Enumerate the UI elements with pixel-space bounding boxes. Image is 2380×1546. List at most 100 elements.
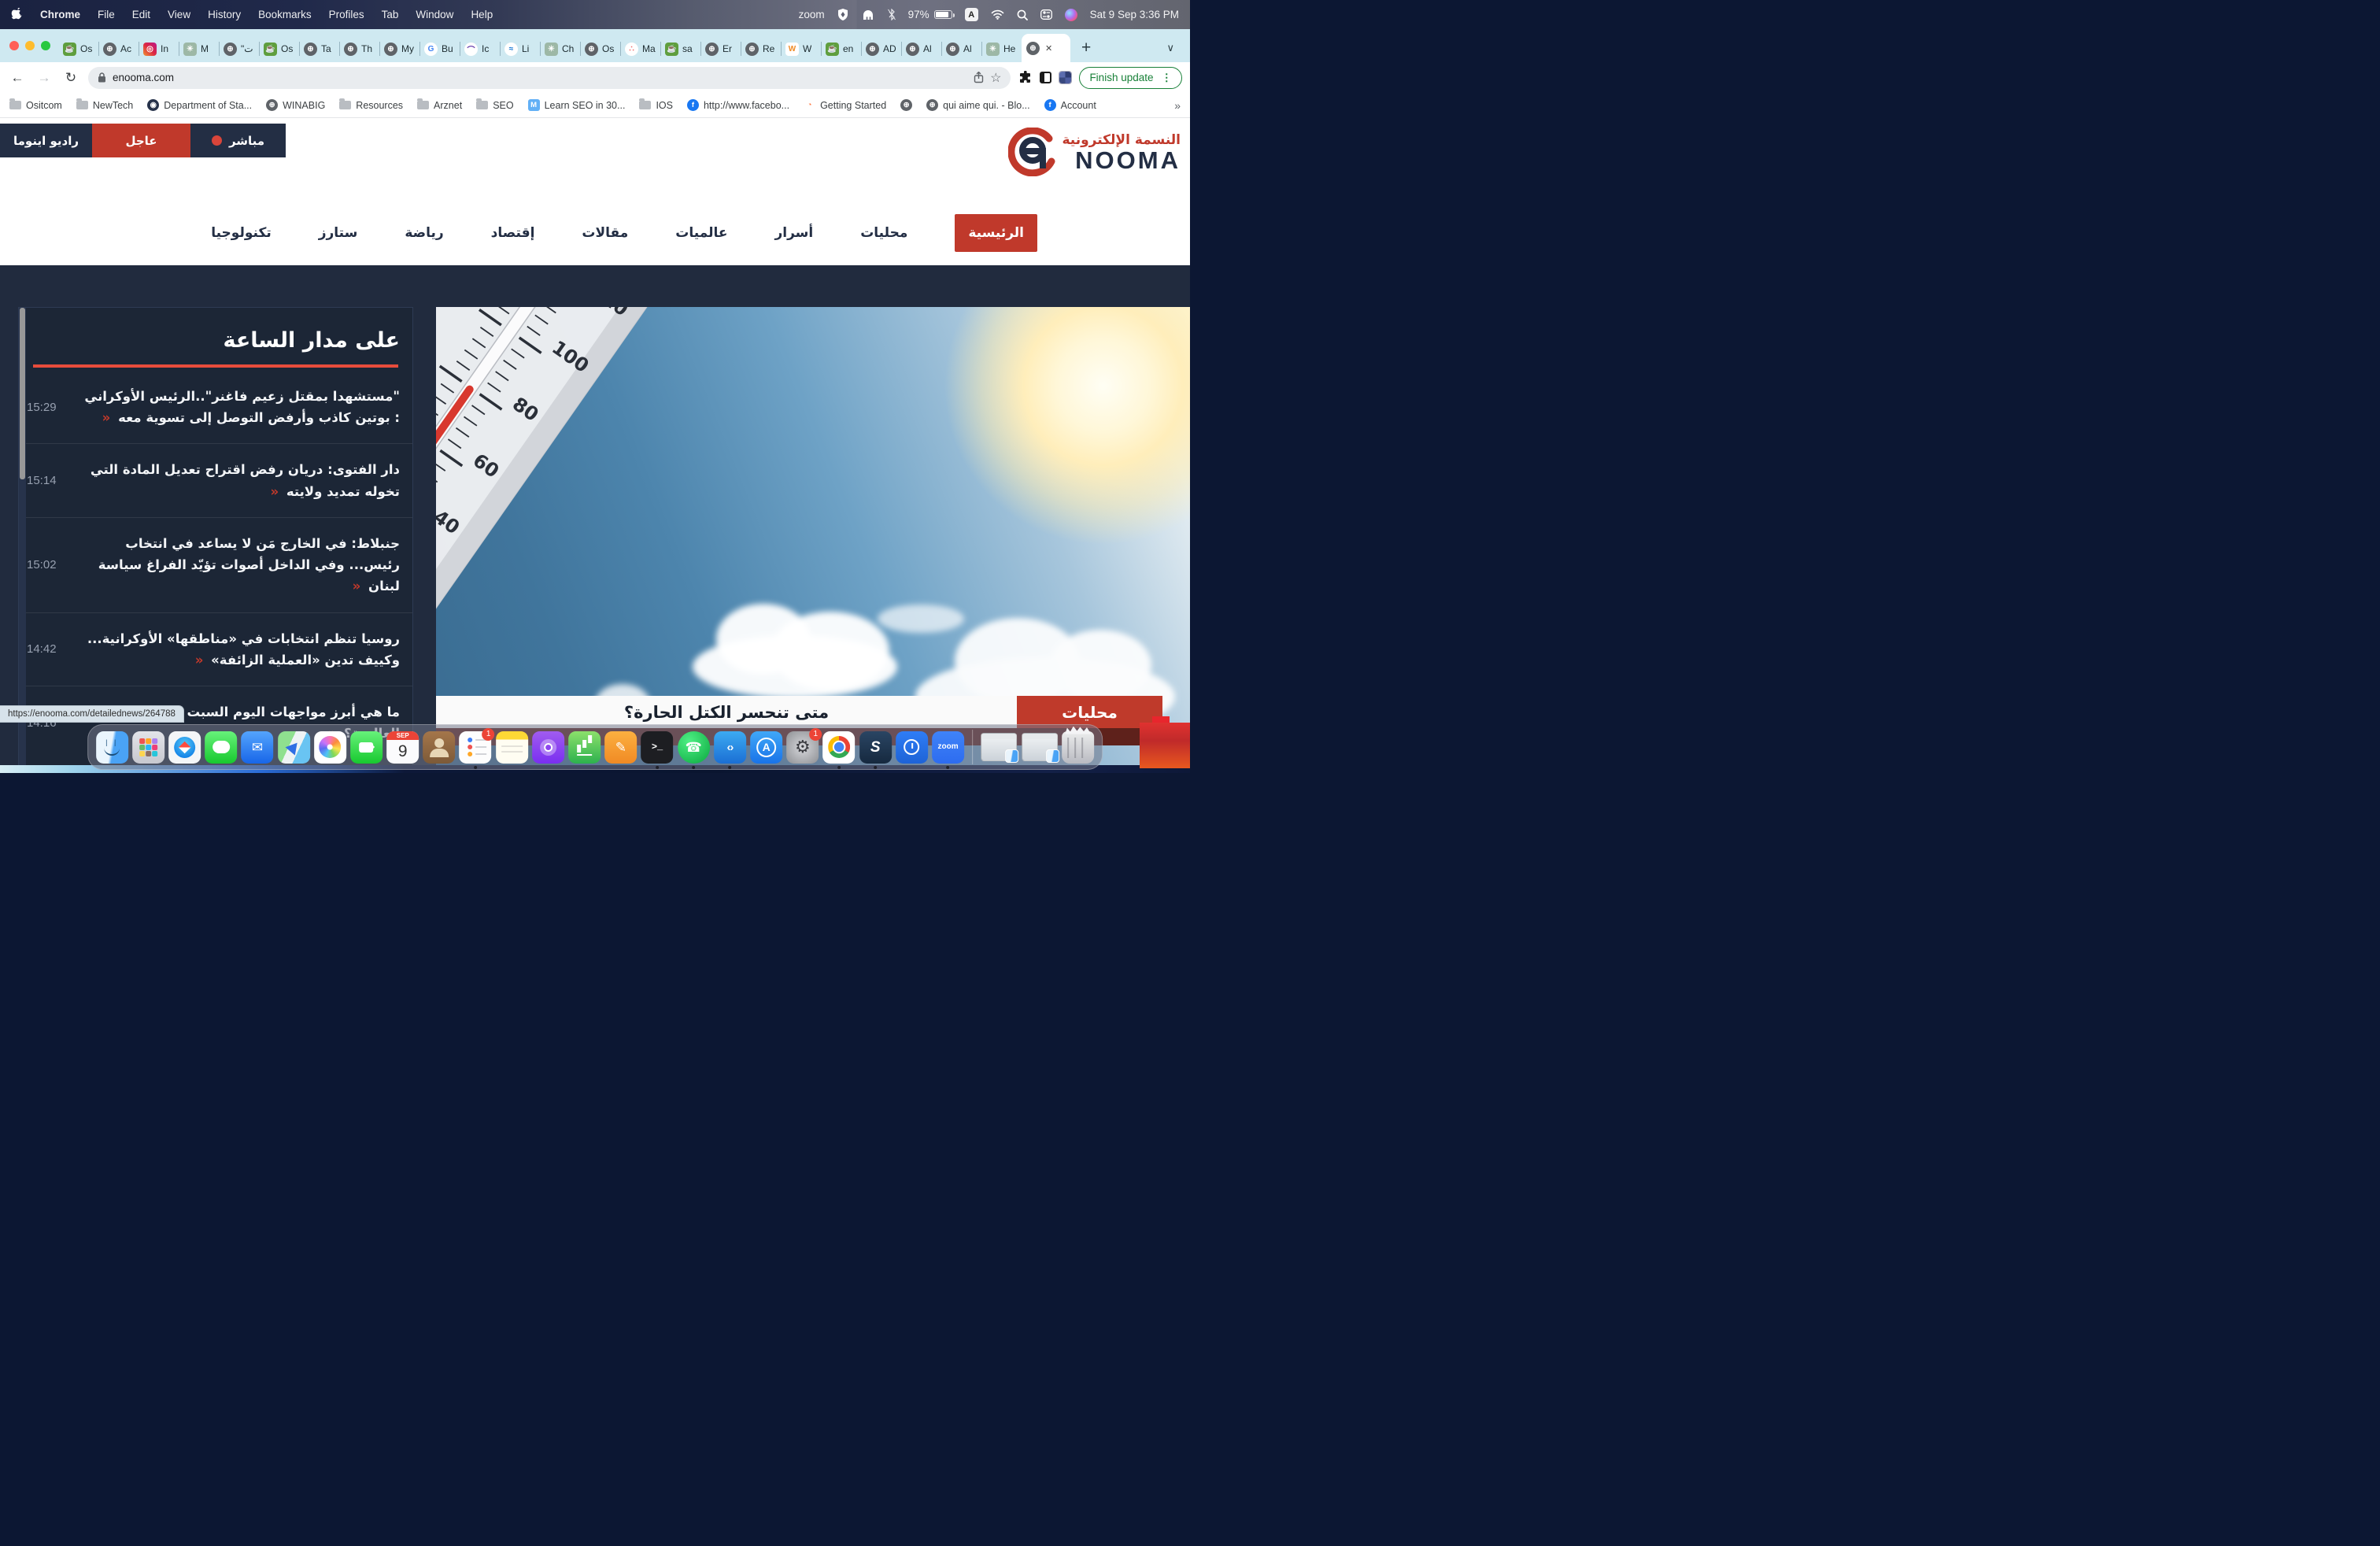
- menubar-file[interactable]: File: [98, 9, 115, 20]
- lock-icon[interactable]: [98, 72, 106, 83]
- dock-calendar-icon[interactable]: SEP9: [386, 731, 419, 764]
- radio-enooma-button[interactable]: راديو اينوما: [0, 124, 92, 157]
- dock-terminal-icon[interactable]: >_: [641, 731, 674, 764]
- ticker-item-0[interactable]: "مستشهدا بمقتل زعيم فاغنر"..الرئيس الأوك…: [19, 371, 412, 443]
- new-tab-button[interactable]: +: [1070, 39, 1102, 62]
- minimized-window-preview[interactable]: [1022, 733, 1058, 761]
- bluetooth-icon[interactable]: [888, 9, 896, 20]
- menubar-view[interactable]: View: [168, 9, 190, 20]
- window-minimize-button[interactable]: [25, 41, 35, 50]
- tab-8[interactable]: ⊕My: [379, 35, 419, 62]
- ticker-item-1[interactable]: دار الفتوى: دريان رفض اقتراح تعديل الماد…: [19, 443, 412, 516]
- dock-launchpad-icon[interactable]: [132, 731, 164, 764]
- apple-menu-icon[interactable]: [11, 8, 23, 21]
- menubar-help[interactable]: Help: [471, 9, 493, 20]
- bookmark-0[interactable]: Ositcom: [9, 100, 62, 111]
- forward-button[interactable]: →: [35, 70, 54, 86]
- menubar-app-name[interactable]: Chrome: [40, 9, 80, 20]
- bookmark-4[interactable]: Resources: [339, 100, 403, 111]
- nav-item-0[interactable]: الرئيسية: [955, 214, 1037, 252]
- tab-10[interactable]: ⌒Ic: [460, 35, 500, 62]
- nav-item-7[interactable]: ستارز: [319, 225, 358, 241]
- scrollbar-thumb[interactable]: [20, 308, 25, 479]
- menubar-edit[interactable]: Edit: [132, 9, 150, 20]
- menubar-window[interactable]: Window: [416, 9, 453, 20]
- tab-6[interactable]: ⊕Ta: [299, 35, 339, 62]
- bookmark-3[interactable]: ⊕WINABIG: [266, 99, 325, 111]
- address-bar[interactable]: enooma.com ☆: [88, 67, 1011, 89]
- dock-photos-icon[interactable]: [314, 731, 346, 764]
- dock-finder-icon[interactable]: [96, 731, 128, 764]
- bookmarks-overflow-icon[interactable]: »: [1174, 99, 1181, 112]
- hero-article[interactable]: 504030201000-10-201201008060402000 متى ت…: [436, 307, 1190, 773]
- extension-grid-icon[interactable]: [1059, 72, 1071, 83]
- bookmark-1[interactable]: NewTech: [76, 100, 133, 111]
- tab-17[interactable]: ⊕Re: [741, 35, 781, 62]
- dock-contacts-icon[interactable]: [423, 731, 455, 764]
- tab-4[interactable]: ⊕"ت: [219, 35, 259, 62]
- tab-1[interactable]: ⊕Ac: [98, 35, 139, 62]
- minimized-window-preview[interactable]: [981, 733, 1017, 761]
- tab-23[interactable]: ✳He: [981, 35, 1022, 62]
- nav-item-5[interactable]: إقتصاد: [491, 225, 535, 241]
- dock-messages-icon[interactable]: [205, 731, 237, 764]
- dock-notes-icon[interactable]: [496, 731, 528, 764]
- dock-mysql-icon[interactable]: S: [859, 731, 892, 764]
- tab-3[interactable]: ✳M: [179, 35, 219, 62]
- tab-5[interactable]: ☕Os: [259, 35, 299, 62]
- dock-mail-icon[interactable]: ✉: [242, 731, 274, 764]
- tab-22[interactable]: ⊕Al: [941, 35, 981, 62]
- tab-0[interactable]: ☕Os: [58, 35, 98, 62]
- back-button[interactable]: ←: [8, 70, 27, 86]
- active-tab[interactable]: ⊕✕: [1022, 34, 1070, 62]
- tab-overflow-chevron-icon[interactable]: ∨: [1151, 42, 1190, 62]
- dock-zoom-icon[interactable]: zoom: [932, 731, 964, 764]
- tab-12[interactable]: ✳Ch: [540, 35, 580, 62]
- dock-reminders-icon[interactable]: 1: [460, 731, 492, 764]
- dock-appstore-icon[interactable]: A: [750, 731, 782, 764]
- menubar-bookmarks[interactable]: Bookmarks: [258, 9, 312, 20]
- trash-icon[interactable]: [1062, 731, 1094, 764]
- shield-icon[interactable]: [837, 9, 848, 20]
- bookmark-13[interactable]: fAccount: [1044, 99, 1096, 111]
- battery-status[interactable]: 97%: [908, 9, 952, 20]
- input-source-icon[interactable]: A: [965, 8, 978, 21]
- nav-item-3[interactable]: عالميات: [675, 225, 727, 241]
- wifi-icon[interactable]: [991, 9, 1004, 20]
- tab-2[interactable]: ◎In: [139, 35, 179, 62]
- bookmark-12[interactable]: ⊕qui aime qui. - Blo...: [926, 99, 1029, 111]
- tab-16[interactable]: ⊕Er: [700, 35, 741, 62]
- share-icon[interactable]: [974, 72, 984, 83]
- chrome-menu-dots-icon[interactable]: ⋮: [1162, 72, 1173, 84]
- site-logo[interactable]: النسمة الإلكترونية NOOMA: [1008, 128, 1181, 176]
- scrollbar-track[interactable]: [19, 308, 26, 772]
- sidebar-toggle-icon[interactable]: [1040, 72, 1051, 83]
- control-center-icon[interactable]: [1040, 9, 1052, 20]
- menubar-profiles[interactable]: Profiles: [329, 9, 364, 20]
- bookmark-9[interactable]: fhttp://www.facebo...: [687, 99, 789, 111]
- animal-app-icon[interactable]: [861, 9, 875, 20]
- tab-11[interactable]: ≈Li: [500, 35, 540, 62]
- dock-safari-icon[interactable]: [168, 731, 201, 764]
- url-text[interactable]: enooma.com: [113, 72, 967, 83]
- tab-close-icon[interactable]: ✕: [1045, 43, 1052, 54]
- bookmark-7[interactable]: MLearn SEO in 30...: [528, 99, 626, 111]
- ticker-item-2[interactable]: جنبلاط: في الخارج مَن لا يساعد في انتخاب…: [19, 517, 412, 612]
- tab-19[interactable]: ☕en: [821, 35, 861, 62]
- ticker-item-3[interactable]: روسيا تنظم انتخابات في «مناطقها» الأوكرا…: [19, 612, 412, 686]
- window-zoom-button[interactable]: [41, 41, 50, 50]
- spotlight-search-icon[interactable]: [1017, 9, 1028, 20]
- live-button[interactable]: مباشر: [190, 124, 286, 157]
- dock-clock-icon[interactable]: [896, 731, 928, 764]
- finish-update-button[interactable]: Finish update ⋮: [1079, 67, 1182, 89]
- bookmark-6[interactable]: SEO: [476, 100, 513, 111]
- tab-20[interactable]: ⊕AD: [861, 35, 901, 62]
- dock-facetime-icon[interactable]: [350, 731, 382, 764]
- bookmark-5[interactable]: Arznet: [417, 100, 462, 111]
- nav-item-8[interactable]: تكنولوجيا: [211, 225, 271, 241]
- bookmark-10[interactable]: ◔Getting Started: [804, 99, 886, 111]
- tab-18[interactable]: WW: [781, 35, 821, 62]
- tab-13[interactable]: ⊕Os: [580, 35, 620, 62]
- bookmark-8[interactable]: IOS: [639, 100, 673, 111]
- dock-numbers-icon[interactable]: [568, 731, 601, 764]
